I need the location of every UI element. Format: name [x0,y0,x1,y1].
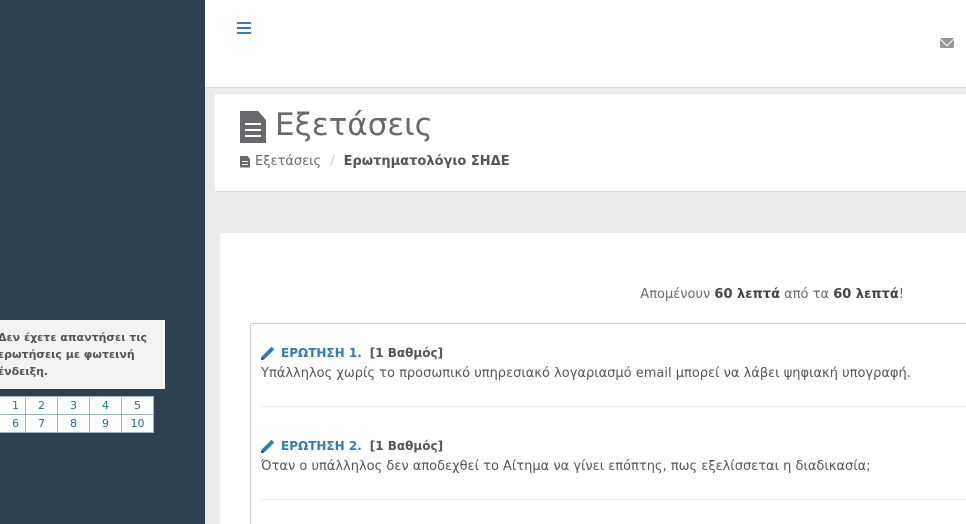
unanswered-notice: Δεν έχετε απαντήσει τις ερωτήσεις με φωτ… [0,320,165,389]
timer-remaining: 60 λεπτά [714,287,781,302]
breadcrumb-home-link[interactable]: Εξετάσεις [255,154,321,169]
envelope-icon[interactable] [940,38,954,48]
breadcrumb: Εξετάσεις / Ερωτηματολόγιο ΣΗΔΕ [240,154,510,169]
question-text: Υπάλληλος χωρίς το προσωπικό υπηρεσιακό … [261,366,911,381]
question-nav-2[interactable]: 2 [25,396,58,415]
timer-prefix: Απομένουν [640,287,711,302]
notice-line: ένδειξη. [0,365,49,378]
notice-line: Δεν έχετε απαντήσει τις [0,331,148,344]
page-title: Εξετάσεις [275,107,433,143]
sidebar [0,0,205,524]
question-item: ΕΡΩΤΗΣΗ 2. [1 Βαθμός] Όταν ο υπάλληλος δ… [261,439,966,474]
question-divider [261,499,966,500]
pencil-icon [261,346,275,360]
timer-middle: από τα [784,287,830,302]
notice-line: ερωτήσεις με φωτεινή [0,348,135,361]
question-nav-7[interactable]: 7 [25,414,58,433]
question-nav-4[interactable]: 4 [89,396,122,415]
top-navbar [205,0,966,88]
question-nav-9[interactable]: 9 [89,414,122,433]
breadcrumb-current: Ερωτηματολόγιο ΣΗΔΕ [343,154,510,169]
questions-panel: ΕΡΩΤΗΣΗ 1. [1 Βαθμός] Υπάλληλος χωρίς το… [250,323,966,524]
question-divider [261,406,966,407]
exam-content: Απομένουν 60 λεπτά από τα 60 λεπτά! ΕΡΩΤ… [220,233,966,524]
breadcrumb-separator: / [330,154,335,169]
question-item: ΕΡΩΤΗΣΗ 1. [1 Βαθμός] Υπάλληλος χωρίς το… [261,346,966,381]
question-points: [1 Βαθμός] [369,439,444,453]
question-nav-3[interactable]: 3 [57,396,90,415]
file-text-icon [240,111,266,143]
question-nav-8[interactable]: 8 [57,414,90,433]
question-nav-5[interactable]: 5 [121,396,154,415]
question-nav-10[interactable]: 10 [121,414,154,433]
time-remaining: Απομένουν 60 λεπτά από τα 60 λεπτά! [640,287,904,302]
timer-suffix: ! [898,287,904,302]
question-nav-6[interactable]: 6 [0,414,26,433]
question-label[interactable]: ΕΡΩΤΗΣΗ 2. [281,439,362,453]
file-text-icon [240,155,250,168]
question-navigator: 1 2 3 4 5 6 7 8 9 10 [0,396,154,433]
question-text: Όταν ο υπάλληλος δεν αποδεχθεί το Αίτημα… [261,459,871,474]
timer-total: 60 λεπτά [833,287,899,302]
pencil-icon [261,439,275,453]
page-heading: Εξετάσεις Εξετάσεις / Ερωτηματολόγιο ΣΗΔ… [215,94,966,192]
hamburger-icon[interactable] [237,22,251,37]
question-points: [1 Βαθμός] [369,346,444,360]
question-label[interactable]: ΕΡΩΤΗΣΗ 1. [281,346,362,360]
question-nav-1[interactable]: 1 [0,396,26,415]
